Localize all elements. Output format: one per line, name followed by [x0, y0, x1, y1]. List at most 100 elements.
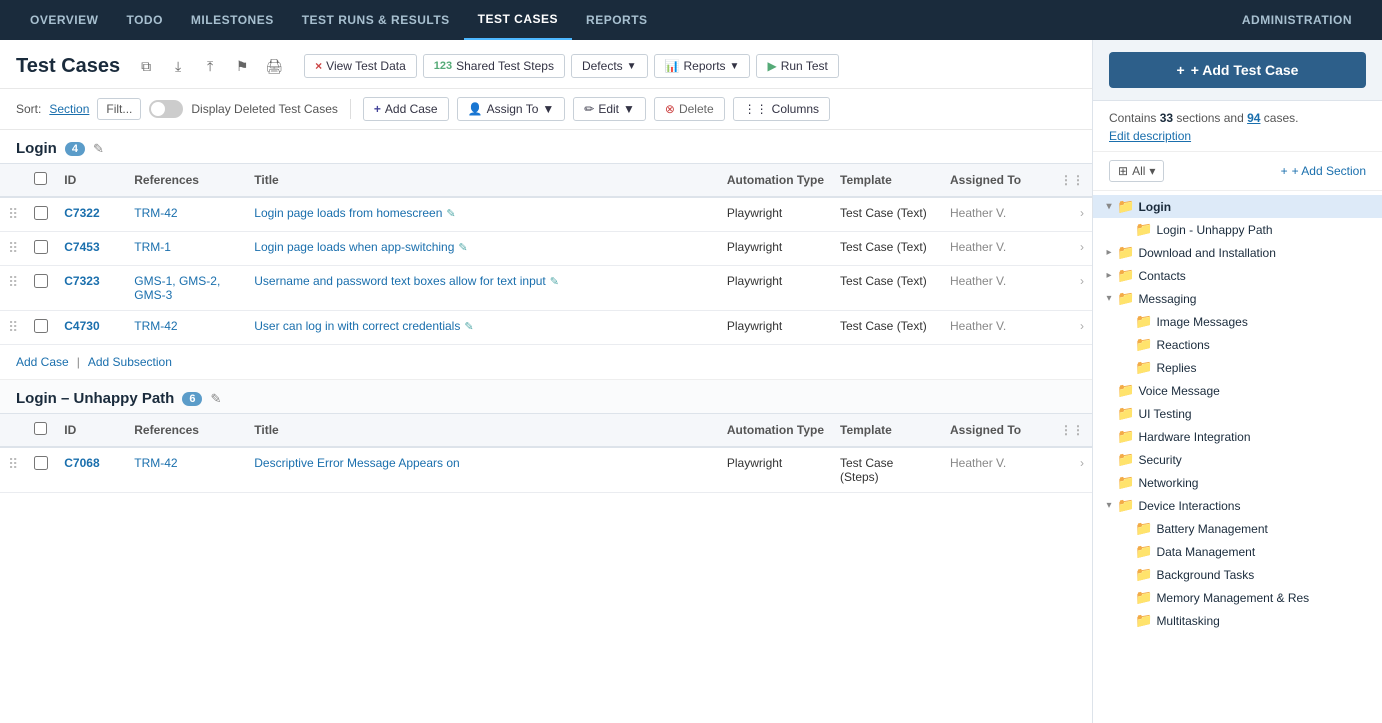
- section1-edit-icon[interactable]: ✎: [93, 141, 104, 157]
- cases-count-link[interactable]: 94: [1247, 111, 1260, 125]
- case-ref[interactable]: TRM-42: [134, 456, 177, 470]
- nav-administration[interactable]: ADMINISTRATION: [1228, 0, 1366, 40]
- tree-item[interactable]: 📁 Image Messages: [1093, 310, 1382, 333]
- row-expand-btn[interactable]: ›: [1052, 311, 1092, 345]
- tree-item[interactable]: 📁 Security: [1093, 448, 1382, 471]
- columns-icon: ⋮⋮: [744, 102, 768, 116]
- nav-test-cases[interactable]: TEST CASES: [464, 0, 572, 40]
- row-checkbox[interactable]: [34, 456, 48, 470]
- section2-edit-icon[interactable]: ✎: [210, 391, 221, 407]
- defects-btn[interactable]: Defects ▼: [571, 54, 648, 78]
- tree-item-label: Multitasking: [1156, 614, 1219, 628]
- print-icon-btn[interactable]: 🖨: [260, 52, 288, 80]
- tree-item[interactable]: 📁 Hardware Integration: [1093, 425, 1382, 448]
- row-expand-btn[interactable]: ›: [1052, 197, 1092, 232]
- select-all-1[interactable]: [34, 172, 47, 185]
- case-ref[interactable]: TRM-42: [134, 319, 177, 333]
- inline-edit-icon[interactable]: ✎: [446, 208, 455, 220]
- row-checkbox[interactable]: [34, 319, 48, 333]
- case-title[interactable]: Username and password text boxes allow f…: [254, 274, 545, 288]
- drag-handle[interactable]: ⠿: [8, 206, 18, 222]
- nav-test-runs[interactable]: TEST RUNS & RESULTS: [288, 0, 464, 40]
- tree-item[interactable]: 📁 Data Management: [1093, 540, 1382, 563]
- tree-item[interactable]: ▾ 📁 Login: [1093, 195, 1382, 218]
- edit-btn[interactable]: ✏ Edit ▼: [573, 97, 646, 121]
- section1-count: 4: [65, 142, 85, 156]
- case-id[interactable]: C7323: [64, 274, 99, 288]
- view-test-data-btn[interactable]: × View Test Data: [304, 54, 417, 78]
- tree-item[interactable]: 📁 Login - Unhappy Path: [1093, 218, 1382, 241]
- filter-btn[interactable]: Filt...: [97, 98, 141, 120]
- tree-item-label: Login: [1138, 200, 1171, 214]
- add-section-btn[interactable]: + + Add Section: [1281, 164, 1366, 178]
- nav-todo[interactable]: TODO: [112, 0, 176, 40]
- nav-reports[interactable]: REPORTS: [572, 0, 662, 40]
- tree-item[interactable]: 📁 Battery Management: [1093, 517, 1382, 540]
- case-ref[interactable]: GMS-1, GMS-2, GMS-3: [134, 274, 220, 302]
- all-sections-dropdown[interactable]: ⊞ All ▾: [1109, 160, 1164, 182]
- row-expand-btn[interactable]: ›: [1052, 232, 1092, 266]
- export-icon-btn[interactable]: ⤒: [196, 52, 224, 80]
- case-ref[interactable]: TRM-42: [134, 206, 177, 220]
- drag-handle[interactable]: ⠿: [8, 319, 18, 335]
- inline-edit-icon[interactable]: ✎: [458, 242, 467, 254]
- edit-description-link[interactable]: Edit description: [1109, 129, 1366, 143]
- tree-item[interactable]: 📁 Background Tasks: [1093, 563, 1382, 586]
- row-expand-btn[interactable]: ›: [1052, 266, 1092, 311]
- col-tmpl-2: Template: [832, 414, 942, 448]
- tree-item[interactable]: ▾ 📁 Messaging: [1093, 287, 1382, 310]
- tree-item[interactable]: 📁 Memory Management & Res: [1093, 586, 1382, 609]
- row-checkbox[interactable]: [34, 206, 48, 220]
- inline-edit-icon[interactable]: ✎: [464, 321, 473, 333]
- case-title[interactable]: Login page loads from homescreen: [254, 206, 442, 220]
- inline-edit-icon[interactable]: ✎: [550, 276, 559, 288]
- flag-icon-btn[interactable]: ⚑: [228, 52, 256, 80]
- tree-item[interactable]: ▾ 📁 Device Interactions: [1093, 494, 1382, 517]
- case-id[interactable]: C4730: [64, 319, 99, 333]
- sort-value[interactable]: Section: [49, 102, 89, 116]
- import-icon-btn[interactable]: ⤓: [164, 52, 192, 80]
- add-case-btn[interactable]: + Add Case: [363, 97, 449, 121]
- select-all-2[interactable]: [34, 422, 47, 435]
- reports-btn[interactable]: 📊 Reports ▼: [654, 54, 751, 78]
- tree-item[interactable]: ▸ 📁 Download and Installation: [1093, 241, 1382, 264]
- tree-item[interactable]: 📁 Voice Message: [1093, 379, 1382, 402]
- copy-icon-btn[interactable]: ⧉: [132, 52, 160, 80]
- drag-handle[interactable]: ⠿: [8, 456, 18, 472]
- template: Test Case (Text): [832, 266, 942, 311]
- col-check-1: [26, 164, 56, 198]
- case-id[interactable]: C7322: [64, 206, 99, 220]
- display-deleted-toggle[interactable]: [149, 100, 183, 118]
- row-expand-btn[interactable]: ›: [1052, 447, 1092, 493]
- assign-to-btn[interactable]: 👤 Assign To ▼: [457, 97, 566, 121]
- case-title[interactable]: User can log in with correct credentials: [254, 319, 460, 333]
- row-checkbox[interactable]: [34, 240, 48, 254]
- add-subsection-link-1[interactable]: Add Subsection: [88, 355, 172, 369]
- case-title[interactable]: Descriptive Error Message Appears on: [254, 456, 459, 470]
- tree-item[interactable]: 📁 Multitasking: [1093, 609, 1382, 632]
- row-checkbox[interactable]: [34, 274, 48, 288]
- tree-item[interactable]: ▸ 📁 Contacts: [1093, 264, 1382, 287]
- drag-handle[interactable]: ⠿: [8, 274, 18, 290]
- run-test-btn[interactable]: ▶ Run Test: [756, 54, 838, 78]
- case-ref[interactable]: TRM-1: [134, 240, 171, 254]
- tree-item[interactable]: 📁 Replies: [1093, 356, 1382, 379]
- add-test-case-btn[interactable]: + + Add Test Case: [1109, 52, 1366, 88]
- tree-item[interactable]: 📁 UI Testing: [1093, 402, 1382, 425]
- nav-overview[interactable]: OVERVIEW: [16, 0, 112, 40]
- tree-item[interactable]: 📁 Reactions: [1093, 333, 1382, 356]
- case-id[interactable]: C7453: [64, 240, 99, 254]
- case-id[interactable]: C7068: [64, 456, 99, 470]
- columns-btn[interactable]: ⋮⋮ Columns: [733, 97, 830, 121]
- drag-handle[interactable]: ⠿: [8, 240, 18, 256]
- nav-milestones[interactable]: MILESTONES: [177, 0, 288, 40]
- delete-btn[interactable]: ⊗ Delete: [654, 97, 725, 121]
- case-title[interactable]: Login page loads when app-switching: [254, 240, 454, 254]
- auto-type: Playwright: [719, 197, 832, 232]
- auto-type: Playwright: [719, 447, 832, 493]
- shared-test-steps-btn[interactable]: 123 Shared Test Steps: [423, 54, 565, 78]
- x-icon: ×: [315, 59, 322, 73]
- add-case-link-1[interactable]: Add Case: [16, 355, 69, 369]
- folder-icon: 📁: [1117, 428, 1134, 445]
- tree-item[interactable]: 📁 Networking: [1093, 471, 1382, 494]
